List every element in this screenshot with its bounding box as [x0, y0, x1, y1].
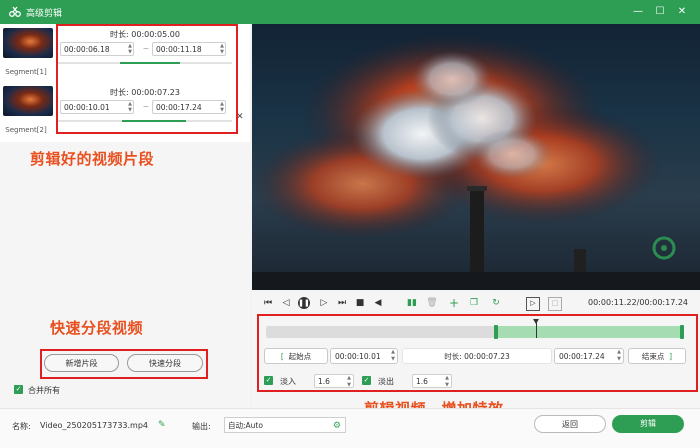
- step-back-icon[interactable]: ◁: [280, 297, 292, 309]
- player-controls: ⏮ ◁ ❚❚ ▷ ⏭ ■ ◀ ▮▮ 🗑 + ❐ ↻ ▷ □ 00:00:11.2…: [252, 292, 700, 314]
- annotation-segments: 剪辑好的视频片段: [30, 150, 155, 168]
- step-forward-icon[interactable]: ▷: [318, 297, 330, 309]
- back-button[interactable]: 返回: [534, 415, 606, 433]
- footer-bar: 名称: Video_250205173733.mp4 ✎ 输出: 自动;Auto…: [0, 408, 700, 448]
- split-icon[interactable]: ▮▮: [406, 297, 418, 309]
- preview-image: [252, 34, 700, 290]
- video-preview: [252, 24, 700, 290]
- pencil-icon[interactable]: ✎: [158, 420, 166, 430]
- name-label: 名称:: [12, 422, 31, 431]
- highlight-box: [56, 24, 238, 134]
- segment-thumbnail[interactable]: [3, 86, 53, 116]
- mark-out-icon[interactable]: □: [548, 297, 562, 311]
- stop-icon[interactable]: ■: [354, 297, 366, 309]
- merge-all-label: 合并所有: [28, 386, 60, 395]
- new-segment-button[interactable]: 新增片段: [44, 354, 119, 372]
- title-bar: 高级剪辑 — ☐ ✕: [0, 0, 700, 24]
- merge-all-checkbox[interactable]: ✓: [14, 385, 23, 394]
- copy-icon[interactable]: ❐: [468, 297, 480, 309]
- annotation-quick-split: 快速分段视频: [50, 319, 144, 337]
- segment-thumbnail[interactable]: [3, 28, 53, 58]
- segment-label: Segment[2]: [5, 126, 47, 134]
- reset-icon[interactable]: ↻: [490, 297, 502, 309]
- trash-icon[interactable]: 🗑: [426, 297, 438, 309]
- close-icon[interactable]: ✕: [674, 4, 690, 20]
- segment-label: Segment[1]: [5, 68, 47, 76]
- skip-end-icon[interactable]: ⏭: [336, 297, 348, 309]
- output-field[interactable]: 自动;Auto ⚙: [224, 417, 346, 433]
- output-label: 输出:: [192, 422, 211, 431]
- app-logo-icon: [9, 6, 21, 17]
- highlight-box: [257, 314, 698, 392]
- add-icon[interactable]: +: [448, 297, 460, 309]
- file-name[interactable]: Video_250205173733.mp4: [40, 421, 148, 430]
- quick-split-button[interactable]: 快速分段: [127, 354, 203, 372]
- minimize-icon[interactable]: —: [630, 4, 646, 20]
- cut-button[interactable]: 剪辑: [612, 415, 684, 433]
- time-readout: 00:00:11.22/00:00:17.24: [588, 298, 688, 307]
- skip-start-icon[interactable]: ⏮: [262, 297, 274, 309]
- volume-icon[interactable]: ◀: [372, 297, 384, 309]
- window-title: 高级剪辑: [26, 9, 63, 19]
- pause-icon[interactable]: ❚❚: [298, 297, 310, 309]
- mark-in-icon[interactable]: ▷: [526, 297, 540, 311]
- left-pane: Segment[1] 时长: 00:00:05.00 00:00:06.18 ▲ ▼…: [0, 24, 250, 408]
- maximize-icon[interactable]: ☐: [652, 4, 668, 20]
- gear-icon[interactable]: ⚙: [333, 418, 341, 434]
